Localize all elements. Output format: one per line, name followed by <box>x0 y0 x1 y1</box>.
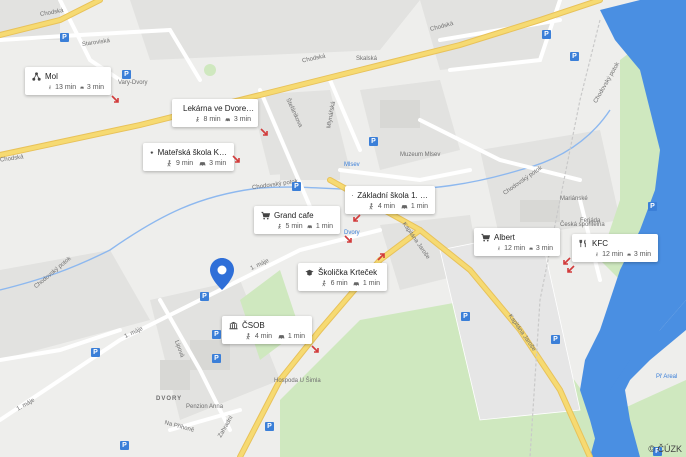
car-time: 1 min <box>315 223 333 230</box>
car-time: 3 min <box>535 245 554 252</box>
walk-time: 4 min <box>254 333 273 340</box>
cart-icon <box>261 211 270 220</box>
poi-arrow-zakladni <box>353 214 361 222</box>
car-icon <box>307 225 313 229</box>
district-label-dvory: DVORY <box>156 396 183 402</box>
place-label-ferjada: Ferjáda <box>580 218 601 224</box>
poi-card-lekarna[interactable]: Lekárna ve Dvore… 8 min 3 min <box>172 99 258 127</box>
parking-icon: P <box>461 312 470 321</box>
walk-icon <box>246 333 251 340</box>
place-label-mlsev: Mlsev <box>344 162 360 168</box>
place-label-muzeum: Muzeum Mlsev <box>400 152 441 158</box>
poi-name: Lekárna ve Dvore… <box>183 104 255 113</box>
poi-card-albert[interactable]: Albert 12 min 3 min <box>474 228 560 256</box>
car-icon <box>529 247 533 251</box>
car-icon <box>225 118 231 122</box>
poi-name: Grand cafe <box>274 211 314 220</box>
poi-name: Základní škola 1. … <box>357 191 428 200</box>
car-icon <box>353 282 360 287</box>
parking-icon: P <box>91 348 100 357</box>
cart-icon <box>481 233 490 242</box>
walk-time: 12 min <box>504 245 526 252</box>
poi-arrow-mol <box>111 95 119 103</box>
walk-icon <box>196 116 200 122</box>
map-view[interactable]: Staroviská Chodská Chodská Chodská Chods… <box>0 0 686 457</box>
parking-icon: P <box>570 52 579 61</box>
parking-icon: P <box>122 70 131 79</box>
bank-icon <box>229 321 238 330</box>
car-time: 3 min <box>209 160 227 167</box>
poi-name: Školička Krteček <box>318 268 378 277</box>
car-icon <box>401 205 408 210</box>
place-label-penzion: Penzion Anna <box>186 404 224 410</box>
poi-name: Albert <box>494 233 515 242</box>
poi-arrow-skolicka <box>377 253 385 261</box>
walk-time: 12 min <box>602 251 624 258</box>
parking-icon: P <box>200 292 209 301</box>
poi-arrow-materska <box>232 155 240 163</box>
parking-icon: P <box>265 422 274 431</box>
parking-icon: P <box>212 330 221 339</box>
poi-card-zakladni[interactable]: Základní škola 1. … 4 min 1 min <box>345 186 435 214</box>
parking-icon: P <box>648 202 657 211</box>
poi-card-materska[interactable]: Mateřská škola K… 9 min 3 min <box>143 143 234 171</box>
poi-card-csob[interactable]: ČSOB 4 min 1 min <box>222 316 312 344</box>
walk-time: 8 min <box>203 116 221 123</box>
network-icon <box>32 72 41 81</box>
walk-icon <box>48 85 52 90</box>
walk-time: 6 min <box>330 280 348 287</box>
walk-icon <box>595 252 599 257</box>
walk-time: 13 min <box>55 84 77 91</box>
street-label-skalska: Skalská <box>356 56 378 62</box>
car-icon <box>278 335 285 340</box>
poi-arrow-csob <box>311 345 319 353</box>
car-time: 3 min <box>633 251 652 258</box>
school-icon <box>150 151 154 154</box>
car-icon <box>80 86 84 90</box>
poi-name: Mol <box>45 72 58 81</box>
poi-arrow-kfc <box>567 265 575 273</box>
parking-icon: P <box>292 182 301 191</box>
walk-time: 4 min <box>377 203 396 210</box>
district-label-vary-dvory: Vary-Dvory <box>118 80 148 86</box>
poi-arrow-grandcafe <box>344 235 352 243</box>
car-time: 3 min <box>86 84 105 91</box>
walk-icon <box>497 246 501 251</box>
poi-card-kfc[interactable]: KFC 12 min 3 min <box>572 234 658 262</box>
walk-icon <box>369 203 374 210</box>
parking-icon: P <box>369 137 378 146</box>
walk-icon <box>278 223 282 229</box>
place-label-hospoda: Hospoda U Šimla <box>274 378 321 384</box>
parking-icon: P <box>120 441 129 450</box>
place-label-marianske: Mariánské <box>560 196 588 202</box>
walk-icon <box>322 280 326 287</box>
car-time: 3 min <box>233 116 251 123</box>
car-time: 1 min <box>410 203 428 210</box>
car-icon <box>627 253 631 257</box>
parking-icon: P <box>212 354 221 363</box>
car-icon <box>199 162 206 167</box>
location-pin-icon[interactable] <box>210 258 234 290</box>
map-copyright: © ČÚZK <box>648 444 682 454</box>
walk-time: 5 min <box>285 223 303 230</box>
walk-icon <box>167 160 172 167</box>
poi-name: KFC <box>592 239 608 248</box>
car-time: 1 min <box>287 333 305 340</box>
poi-name: Mateřská škola K… <box>157 148 227 157</box>
poi-card-grandcafe[interactable]: Grand cafe 5 min 1 min <box>254 206 340 234</box>
parking-icon: P <box>542 30 551 39</box>
poi-card-mol[interactable]: Mol 13 min 3 min <box>25 67 111 95</box>
poi-arrow-lekarna <box>260 128 268 136</box>
parking-icon: P <box>60 33 69 42</box>
car-time: 1 min <box>362 280 380 287</box>
place-label-pr-areal: Př Areal <box>656 374 678 380</box>
parking-icon: P <box>551 335 560 344</box>
walk-time: 9 min <box>176 160 194 167</box>
poi-name: ČSOB <box>242 321 265 330</box>
restaurant-icon <box>579 239 586 248</box>
school-icon <box>352 195 354 196</box>
school-icon <box>305 269 314 276</box>
poi-card-skolicka[interactable]: Školička Krteček 6 min 1 min <box>298 263 387 291</box>
